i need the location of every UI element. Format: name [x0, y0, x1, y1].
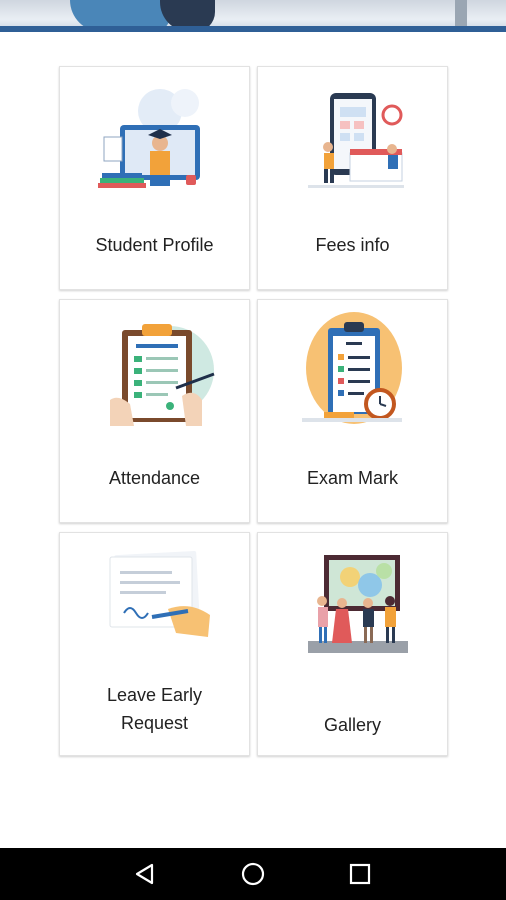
menu-grid: Student Profile Fees info Attendance Exa…: [59, 66, 448, 756]
exam-mark-label: Exam Mark: [306, 468, 398, 488]
leave-early-label-line2: Request: [120, 713, 189, 733]
exam-mark-tile[interactable]: Exam Mark: [257, 299, 448, 523]
leave-early-request-label: Leave Early Request: [60, 681, 249, 737]
recents-button[interactable]: [345, 860, 375, 888]
gallery-tile[interactable]: Gallery: [257, 532, 448, 756]
student-profile-label: Student Profile: [95, 235, 214, 255]
home-button[interactable]: [238, 860, 268, 888]
leave-request-document-illustration-icon: [109, 551, 210, 637]
attendance-tile[interactable]: Attendance: [59, 299, 250, 523]
fees-info-label: Fees info: [315, 235, 390, 255]
fees-info-tile[interactable]: Fees info: [257, 66, 448, 290]
fees-info-illustration-icon: [307, 93, 404, 188]
recents-square-icon: [349, 863, 371, 885]
back-button[interactable]: [130, 860, 160, 888]
exam-test-clipboard-illustration-icon: [301, 312, 402, 424]
android-navigation-bar: [0, 848, 506, 900]
leave-early-label-line1: Leave Early: [106, 685, 203, 705]
header-banner-image: [0, 0, 506, 32]
gallery-people-illustration-icon: [307, 555, 408, 653]
back-triangle-icon: [135, 863, 154, 885]
attendance-clipboard-illustration-icon: [109, 324, 215, 426]
student-profile-illustration-icon: [97, 89, 200, 188]
student-profile-tile[interactable]: Student Profile: [59, 66, 250, 290]
leave-early-request-tile[interactable]: Leave Early Request: [59, 532, 250, 756]
home-circle-icon: [241, 862, 265, 886]
attendance-label: Attendance: [108, 468, 201, 488]
gallery-label: Gallery: [323, 715, 381, 735]
